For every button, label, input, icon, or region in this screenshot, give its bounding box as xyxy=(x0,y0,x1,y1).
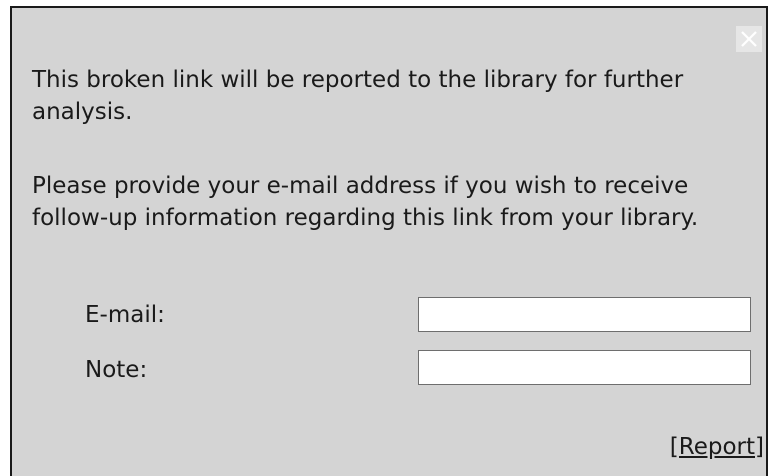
report-link[interactable]: [Report] xyxy=(670,432,764,462)
report-notice-text: This broken link will be reported to the… xyxy=(32,67,684,125)
email-input[interactable] xyxy=(418,297,751,332)
email-label: E-mail: xyxy=(85,302,165,328)
note-input[interactable] xyxy=(418,350,751,385)
report-broken-link-dialog: This broken link will be reported to the… xyxy=(10,6,768,476)
email-request-text: Please provide your e-mail address if yo… xyxy=(32,173,699,231)
note-label: Note: xyxy=(85,357,148,383)
close-icon xyxy=(741,31,757,47)
close-button[interactable] xyxy=(736,26,762,52)
